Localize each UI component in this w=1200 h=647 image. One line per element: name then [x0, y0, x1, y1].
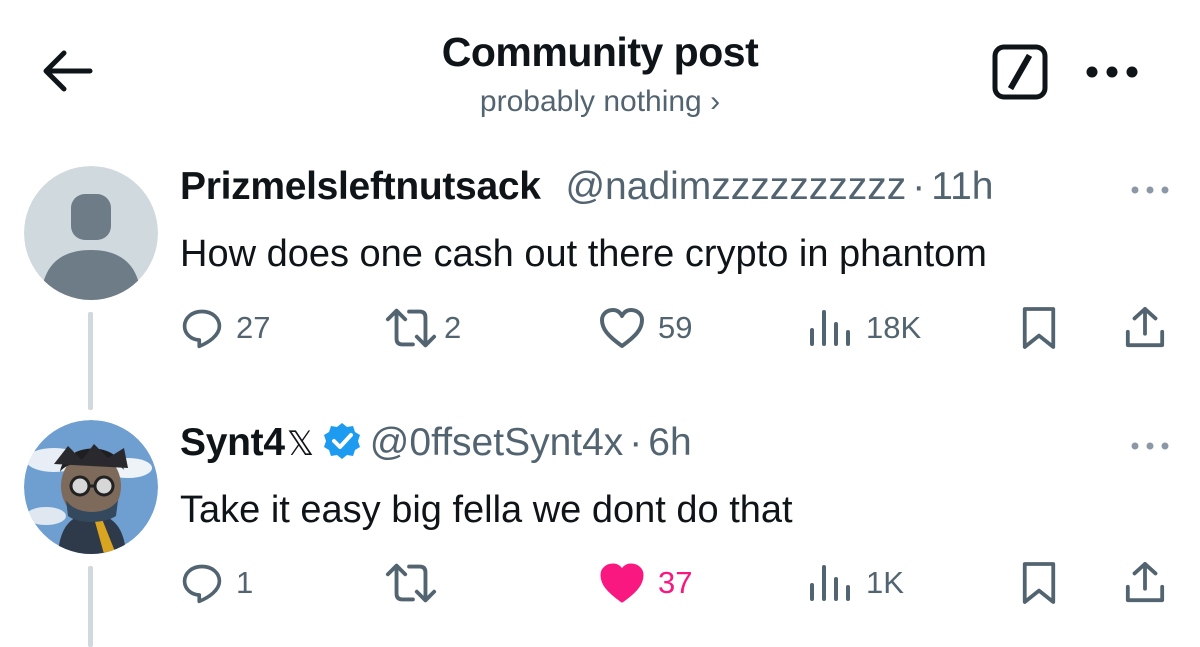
post-header: Prizmelsleftnutsack @nadimzzzzzzzzzz · 11h [180, 164, 993, 210]
analytics-icon [810, 310, 850, 346]
repost-button[interactable] [384, 558, 450, 608]
analytics-icon [810, 565, 850, 601]
action-bar: 1 37 1K [0, 558, 1200, 608]
avatar[interactable] [24, 166, 158, 300]
more-options-button[interactable] [1084, 60, 1140, 84]
title-block: Community post probably nothing › [300, 28, 900, 122]
reply-button[interactable]: 1 [180, 558, 253, 608]
verified-badge-icon[interactable] [322, 421, 362, 461]
bookmark-icon [1022, 562, 1056, 604]
bookmark-icon [1022, 307, 1056, 349]
reply-count: 27 [236, 310, 271, 345]
back-button[interactable] [38, 48, 96, 94]
arrow-left-icon [43, 50, 93, 92]
post-header: Synt4𝕏 @0ffsetSynt4x · 6h [180, 420, 692, 467]
bookmark-button[interactable] [1020, 303, 1058, 353]
like-count: 37 [658, 565, 693, 600]
community-link[interactable]: probably nothing › [300, 82, 900, 122]
timestamp[interactable]: 11h [931, 165, 993, 208]
reply-button[interactable]: 27 [180, 303, 270, 353]
profile-picture-icon [24, 420, 158, 554]
display-name[interactable]: Synt4 [180, 421, 285, 464]
more-horizontal-icon [1131, 186, 1169, 194]
top-bar: Community post probably nothing › [0, 0, 1200, 140]
separator-dot: · [629, 421, 643, 464]
post-more-button[interactable] [1130, 182, 1170, 198]
name-x-glyph: 𝕏 [286, 425, 314, 463]
display-name[interactable]: Prizmelsleftnutsack [180, 165, 541, 208]
page-title: Community post [441, 29, 759, 75]
share-icon [1125, 306, 1165, 348]
post-text: How does one cash out there crypto in ph… [180, 233, 987, 275]
like-button[interactable]: 37 [598, 558, 692, 608]
views-button[interactable]: 1K [806, 558, 904, 608]
views-button[interactable]: 18K [806, 303, 921, 353]
view-count: 1K [866, 565, 904, 600]
username[interactable]: @nadimzzzzzzzzzz [565, 165, 906, 208]
repost-icon [385, 563, 437, 603]
repost-count: 2 [444, 310, 462, 345]
reply-icon [182, 309, 222, 349]
username[interactable]: @0ffsetSynt4x [370, 421, 624, 464]
default-avatar-icon [24, 166, 158, 300]
view-count: 18K [866, 310, 922, 345]
action-bar: 27 2 59 18K [0, 303, 1200, 353]
more-horizontal-icon [1086, 66, 1138, 78]
like-button[interactable]: 59 [598, 303, 692, 353]
like-count: 59 [658, 310, 693, 345]
post-more-button[interactable] [1130, 438, 1170, 454]
repost-button[interactable]: 2 [384, 303, 461, 353]
more-horizontal-icon [1131, 442, 1169, 450]
reply-count: 1 [236, 565, 254, 600]
share-button[interactable] [1124, 558, 1166, 608]
compose-icon [992, 44, 1048, 100]
bookmark-button[interactable] [1020, 558, 1058, 608]
share-button[interactable] [1124, 303, 1166, 353]
avatar[interactable] [24, 420, 158, 554]
separator-dot: · [912, 165, 926, 208]
heart-icon [600, 308, 644, 348]
share-icon [1125, 562, 1165, 603]
timestamp[interactable]: 6h [648, 421, 691, 464]
reply-icon [182, 564, 222, 604]
heart-filled-icon [600, 563, 644, 603]
repost-icon [385, 308, 437, 348]
post-text: Take it easy big fella we dont do that [180, 489, 793, 531]
compose-button[interactable] [990, 44, 1050, 100]
